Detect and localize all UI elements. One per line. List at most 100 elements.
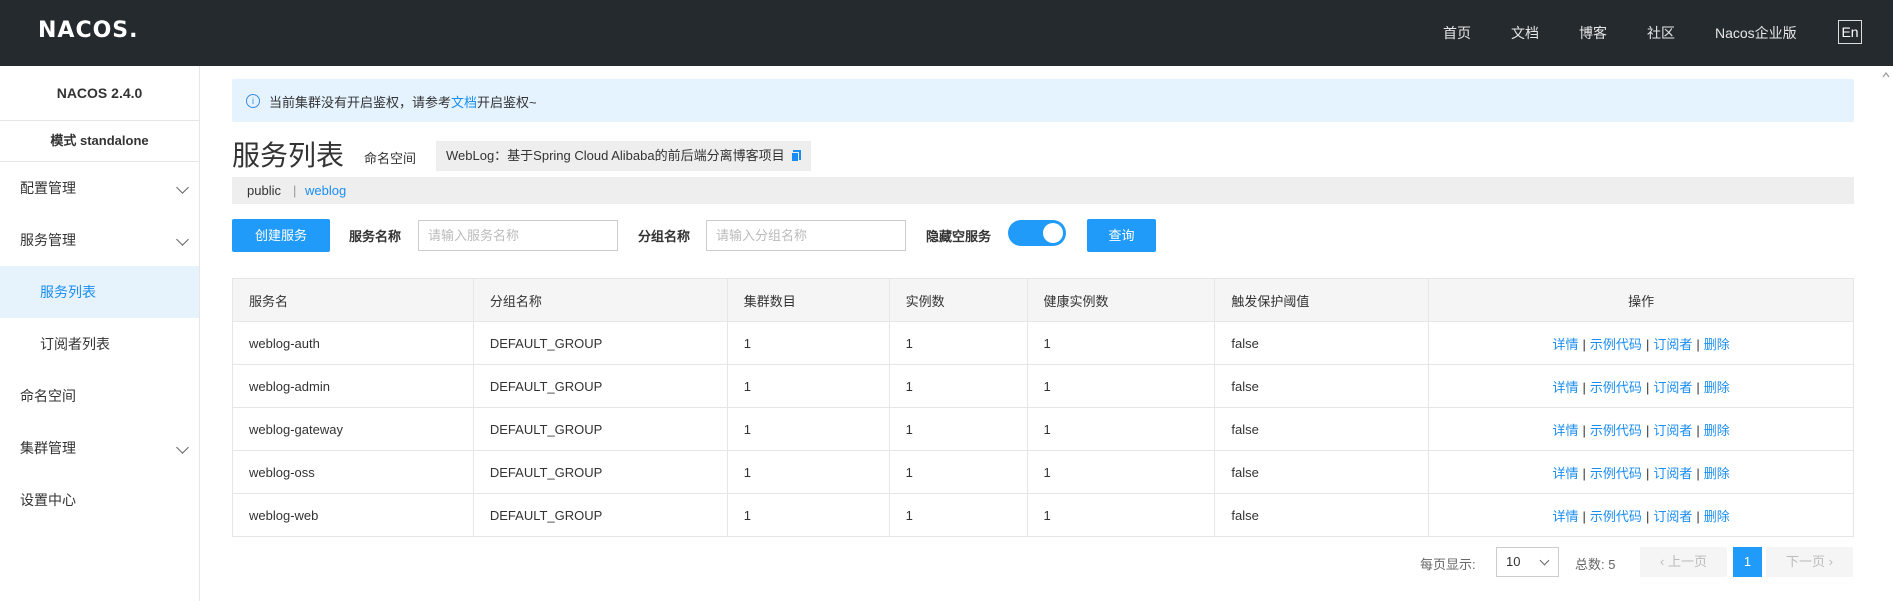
subscribers-link[interactable]: 订阅者 — [1653, 337, 1692, 352]
sidebar-item-service-list[interactable]: 服务列表 — [0, 266, 199, 318]
service-name-input[interactable] — [418, 220, 618, 251]
delete-link[interactable]: 删除 — [1704, 380, 1730, 395]
delete-link[interactable]: 删除 — [1704, 466, 1730, 481]
page-number-current[interactable]: 1 — [1733, 547, 1762, 577]
namespace-value: WebLog：基于Spring Cloud Alibaba的前后端分离博客项目 — [436, 141, 811, 171]
sample-code-link[interactable]: 示例代码 — [1590, 423, 1642, 438]
chevron-left-icon: ‹ — [1660, 554, 1665, 569]
hide-empty-label: 隐藏空服务 — [926, 229, 992, 244]
docs-link[interactable]: 文档 — [451, 95, 477, 110]
subscribers-link[interactable]: 订阅者 — [1653, 423, 1692, 438]
cell-group-name: DEFAULT_GROUP — [472, 493, 728, 537]
cell-service-name: weblog-gateway — [232, 407, 474, 451]
nav-docs[interactable]: 文档 — [1511, 23, 1539, 43]
scrollbar-arrow-icon[interactable] — [1880, 67, 1892, 83]
action-separator: | — [1582, 508, 1586, 524]
prev-page-button[interactable]: ‹ 上一页 — [1640, 547, 1727, 577]
per-page-value: 10 — [1506, 554, 1521, 569]
col-instance-count[interactable]: 实例数 — [888, 278, 1028, 322]
group-name-input[interactable] — [706, 220, 906, 251]
col-cluster-count[interactable]: 集群数目 — [726, 278, 890, 322]
sidebar-item-cluster-management[interactable]: 集群管理 — [0, 422, 199, 474]
language-switch[interactable]: En — [1838, 20, 1862, 44]
detail-link[interactable]: 详情 — [1553, 509, 1579, 524]
nav-community[interactable]: 社区 — [1647, 23, 1675, 43]
cell-instance-count: 1 — [888, 321, 1028, 365]
nacos-logo[interactable]: NACOS. — [38, 18, 139, 43]
action-separator: | — [1696, 336, 1700, 352]
action-separator: | — [1645, 465, 1650, 481]
total-label: 总数: — [1575, 557, 1605, 572]
subscribers-link[interactable]: 订阅者 — [1653, 380, 1692, 395]
chevron-right-icon: › — [1828, 554, 1833, 569]
cell-cluster-count: 1 — [726, 493, 890, 537]
sample-code-link[interactable]: 示例代码 — [1590, 337, 1642, 352]
sidebar-item-service-management[interactable]: 服务管理 — [0, 214, 199, 266]
sample-code-link[interactable]: 示例代码 — [1590, 380, 1642, 395]
action-separator: | — [1582, 379, 1586, 395]
col-operations: 操作 — [1428, 278, 1854, 322]
action-separator: | — [1582, 336, 1586, 352]
create-service-button[interactable]: 创建服务 — [232, 219, 330, 252]
delete-link[interactable]: 删除 — [1704, 509, 1730, 524]
nav-blog[interactable]: 博客 — [1579, 23, 1607, 43]
per-page-select[interactable]: 10 — [1496, 547, 1559, 577]
cell-healthy-count: 1 — [1026, 321, 1216, 365]
col-group-name[interactable]: 分组名称 — [472, 278, 728, 322]
notice-suffix: 开启鉴权~ — [477, 95, 537, 110]
sample-code-link[interactable]: 示例代码 — [1590, 509, 1642, 524]
sidebar-item-config-management[interactable]: 配置管理 — [0, 162, 199, 214]
delete-link[interactable]: 删除 — [1704, 337, 1730, 352]
cell-protect-threshold: false — [1214, 493, 1430, 537]
tab-namespace-public[interactable]: public — [247, 177, 281, 204]
table-row: weblog-gateway DEFAULT_GROUP 1 1 1 false… — [232, 407, 1854, 451]
sidebar-item-namespace[interactable]: 命名空间 — [0, 370, 199, 422]
cell-operations: 详情 | 示例代码 | 订阅者 | 删除 — [1428, 450, 1854, 494]
delete-link[interactable]: 删除 — [1704, 423, 1730, 438]
cell-group-name: DEFAULT_GROUP — [472, 364, 728, 408]
sidebar-item-label: 设置中心 — [20, 492, 76, 508]
top-nav: 首页 文档 博客 社区 Nacos企业版 — [1443, 0, 1837, 66]
cell-service-name: weblog-web — [232, 493, 474, 537]
cell-cluster-count: 1 — [726, 450, 890, 494]
per-page-label: 每页显示: — [1420, 557, 1476, 572]
next-label: 下一页 — [1786, 554, 1826, 569]
query-button[interactable]: 查询 — [1087, 219, 1156, 252]
detail-link[interactable]: 详情 — [1553, 380, 1579, 395]
table-header-row: 服务名 分组名称 集群数目 实例数 健康实例数 触发保护阈值 操作 — [232, 278, 1854, 322]
col-healthy-instance-count[interactable]: 健康实例数 — [1026, 278, 1216, 322]
sidebar: NACOS 2.4.0 模式 standalone 配置管理 服务管理 服务列表… — [0, 66, 200, 601]
detail-link[interactable]: 详情 — [1553, 466, 1579, 481]
next-page-button[interactable]: 下一页 › — [1766, 547, 1853, 577]
col-protect-threshold[interactable]: 触发保护阈值 — [1214, 278, 1430, 322]
sample-code-link[interactable]: 示例代码 — [1590, 466, 1642, 481]
cell-group-name: DEFAULT_GROUP — [472, 407, 728, 451]
cell-cluster-count: 1 — [726, 407, 890, 451]
cell-instance-count: 1 — [888, 493, 1028, 537]
nav-home[interactable]: 首页 — [1443, 23, 1471, 43]
cell-service-name: weblog-oss — [232, 450, 474, 494]
sidebar-item-label: 配置管理 — [20, 180, 76, 196]
cell-instance-count: 1 — [888, 364, 1028, 408]
chevron-down-icon — [176, 233, 189, 246]
chevron-down-icon — [1539, 555, 1550, 566]
tab-namespace-weblog[interactable]: weblog — [305, 177, 346, 204]
copy-icon[interactable] — [790, 150, 801, 162]
nav-enterprise[interactable]: Nacos企业版 — [1715, 23, 1797, 43]
action-separator: | — [1645, 379, 1650, 395]
sidebar-item-subscriber-list[interactable]: 订阅者列表 — [0, 318, 199, 370]
subscribers-link[interactable]: 订阅者 — [1653, 509, 1692, 524]
cell-healthy-count: 1 — [1026, 364, 1216, 408]
hide-empty-toggle[interactable] — [1008, 220, 1066, 246]
service-table: 服务名 分组名称 集群数目 实例数 健康实例数 触发保护阈值 操作 weblog… — [232, 278, 1854, 537]
sidebar-item-settings[interactable]: 设置中心 — [0, 474, 199, 526]
detail-link[interactable]: 详情 — [1553, 423, 1579, 438]
col-service-name[interactable]: 服务名 — [232, 278, 474, 322]
subscribers-link[interactable]: 订阅者 — [1653, 466, 1692, 481]
action-separator: | — [1696, 508, 1700, 524]
sidebar-item-label: 集群管理 — [20, 440, 76, 456]
sidebar-item-label: 订阅者列表 — [40, 336, 110, 352]
cell-healthy-count: 1 — [1026, 493, 1216, 537]
action-separator: | — [1582, 422, 1586, 438]
detail-link[interactable]: 详情 — [1553, 337, 1579, 352]
